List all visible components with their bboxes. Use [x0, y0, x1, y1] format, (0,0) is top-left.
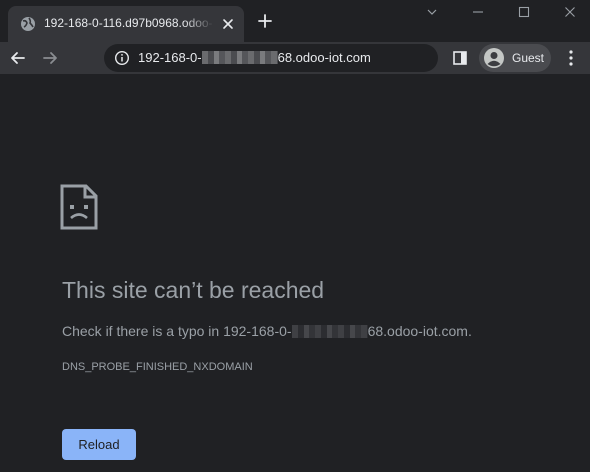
avatar-icon [484, 48, 504, 68]
message-prefix: Check if there is a typo in 192-168-0- [62, 323, 292, 339]
sad-page-icon [60, 184, 98, 230]
address-bar[interactable]: 192-168-0- 68.odoo-iot.com [104, 44, 438, 72]
arrow-right-icon[interactable] [40, 48, 60, 68]
browser-tab[interactable]: 192-168-0-116.d97b0968.odoo-iot.com [8, 6, 244, 42]
error-code: DNS_PROBE_FINISHED_NXDOMAIN [62, 361, 253, 373]
three-dots-icon[interactable] [563, 48, 579, 68]
close-icon[interactable] [220, 16, 236, 32]
tab-strip: 192-168-0-116.d97b0968.odoo-iot.com [0, 0, 590, 42]
close-window-icon[interactable] [562, 4, 578, 20]
profile-button[interactable]: Guest [479, 44, 551, 72]
globe-icon [21, 17, 35, 31]
redacted-block [291, 325, 368, 338]
error-message: Check if there is a typo in 192-168-0- 68… [62, 322, 472, 340]
redacted-block [201, 51, 278, 64]
toolbar: 192-168-0- 68.odoo-iot.com Guest [0, 42, 590, 74]
url-prefix: 192-168-0- [138, 50, 202, 65]
side-panel-icon[interactable] [452, 50, 468, 66]
message-suffix: 68.odoo-iot.com. [367, 323, 472, 339]
info-icon[interactable] [114, 50, 130, 66]
url-text: 192-168-0- 68.odoo-iot.com [138, 50, 371, 66]
arrow-left-icon[interactable] [8, 48, 28, 68]
tab-title-fade [184, 12, 214, 36]
reload-button[interactable]: Reload [62, 429, 136, 460]
minimize-icon[interactable] [470, 4, 486, 20]
plus-icon[interactable] [256, 12, 274, 30]
browser-window: 192-168-0-116.d97b0968.odoo-iot.com [0, 0, 590, 472]
url-suffix: 68.odoo-iot.com [277, 50, 371, 65]
chevron-down-icon[interactable] [424, 4, 440, 20]
profile-label: Guest [512, 51, 545, 65]
page-content: This site can’t be reached Check if ther… [0, 74, 590, 472]
error-heading: This site can’t be reached [62, 277, 325, 303]
maximize-icon[interactable] [516, 4, 532, 20]
